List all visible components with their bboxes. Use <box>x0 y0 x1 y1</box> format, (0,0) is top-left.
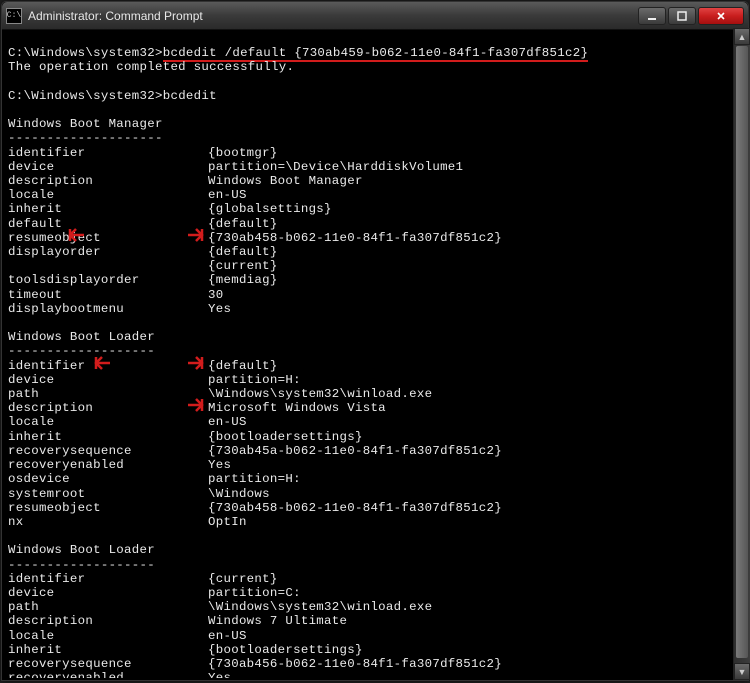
section-heading: Windows Boot Loader <box>8 543 155 557</box>
val: OptIn <box>208 515 247 529</box>
section-separator: ------------------- <box>8 558 155 572</box>
val: {default} <box>208 217 278 231</box>
titlebar[interactable]: C:\ Administrator: Command Prompt <box>2 2 748 30</box>
val: {730ab458-b062-11e0-84f1-fa307df851c2} <box>208 231 502 245</box>
key-systemroot: systemroot <box>8 487 208 501</box>
section-heading: Windows Boot Manager <box>8 117 163 131</box>
window-title: Administrator: Command Prompt <box>28 9 638 23</box>
val: partition=C: <box>208 586 301 600</box>
key-nx: nx <box>8 515 208 529</box>
val: Yes <box>208 302 231 316</box>
key-identifier: identifier <box>8 572 208 586</box>
key-displaybootmenu: displaybootmenu <box>8 302 208 316</box>
key-recoverysequence: recoverysequence <box>8 657 208 671</box>
scroll-up-button[interactable]: ▲ <box>734 28 750 45</box>
key-default: default <box>8 217 208 231</box>
val: en-US <box>208 629 247 643</box>
val: {default} <box>208 359 278 373</box>
prompt: C:\Windows\system32> <box>8 46 163 60</box>
key-osdevice: osdevice <box>8 472 208 486</box>
val: Microsoft Windows Vista <box>208 401 386 415</box>
command-prompt-window: C:\ Administrator: Command Prompt C:\Win… <box>1 1 749 681</box>
key-locale: locale <box>8 629 208 643</box>
key-description: description <box>8 174 208 188</box>
output-success: The operation completed successfully. <box>8 60 294 74</box>
key-path: path <box>8 387 208 401</box>
prompt: C:\Windows\system32> <box>8 89 163 103</box>
key-displayorder: displayorder <box>8 245 208 259</box>
section-heading: Windows Boot Loader <box>8 330 155 344</box>
val: Yes <box>208 671 231 678</box>
val: \Windows\system32\winload.exe <box>208 387 432 401</box>
key-timeout: timeout <box>8 288 208 302</box>
key-description: description <box>8 401 208 415</box>
key-resumeobject: resumeobject <box>8 501 208 515</box>
minimize-button[interactable] <box>638 7 666 25</box>
key-locale: locale <box>8 188 208 202</box>
val: partition=H: <box>208 472 301 486</box>
key-recoverysequence: recoverysequence <box>8 444 208 458</box>
val: {bootloadersettings} <box>208 643 363 657</box>
section-separator: -------------------- <box>8 131 163 145</box>
key-recoveryenabled: recoveryenabled <box>8 671 208 678</box>
val: {default} <box>208 245 278 259</box>
key-toolsdisplayorder: toolsdisplayorder <box>8 273 208 287</box>
key-description: description <box>8 614 208 628</box>
scrollbar-thumb[interactable] <box>736 46 748 658</box>
scroll-down-button[interactable]: ▼ <box>734 663 750 680</box>
close-button[interactable] <box>698 7 744 25</box>
key-inherit: inherit <box>8 202 208 216</box>
val: Windows Boot Manager <box>208 174 363 188</box>
val: {current} <box>208 259 278 273</box>
val: {current} <box>208 572 278 586</box>
val: Yes <box>208 458 231 472</box>
val: 30 <box>208 288 223 302</box>
key-path: path <box>8 600 208 614</box>
key-device: device <box>8 160 208 174</box>
val: en-US <box>208 188 247 202</box>
val: {730ab458-b062-11e0-84f1-fa307df851c2} <box>208 501 502 515</box>
app-icon: C:\ <box>6 8 22 24</box>
key-identifier: identifier <box>8 359 208 373</box>
val: \Windows\system32\winload.exe <box>208 600 432 614</box>
key-device: device <box>8 586 208 600</box>
val: {bootloadersettings} <box>208 430 363 444</box>
key-inherit: inherit <box>8 643 208 657</box>
key-recoveryenabled: recoveryenabled <box>8 458 208 472</box>
val: en-US <box>208 415 247 429</box>
key-inherit: inherit <box>8 430 208 444</box>
val: \Windows <box>208 487 270 501</box>
val: {memdiag} <box>208 273 278 287</box>
maximize-button[interactable] <box>668 7 696 25</box>
key-locale: locale <box>8 415 208 429</box>
val: Windows 7 Ultimate <box>208 614 347 628</box>
val: {bootmgr} <box>208 146 278 160</box>
val: {730ab45a-b062-11e0-84f1-fa307df851c2} <box>208 444 502 458</box>
section-separator: ------------------- <box>8 344 155 358</box>
command-bcdedit: bcdedit <box>163 89 217 103</box>
vertical-scrollbar[interactable]: ▲ ▼ <box>733 28 750 680</box>
key-resumeobject: resumeobject <box>8 231 208 245</box>
val: partition=\Device\HarddiskVolume1 <box>208 160 463 174</box>
val: partition=H: <box>208 373 301 387</box>
key-device: device <box>8 373 208 387</box>
console-output[interactable]: C:\Windows\system32>bcdedit /default {73… <box>2 30 748 678</box>
key-identifier: identifier <box>8 146 208 160</box>
val: {730ab456-b062-11e0-84f1-fa307df851c2} <box>208 657 502 671</box>
val: {globalsettings} <box>208 202 332 216</box>
